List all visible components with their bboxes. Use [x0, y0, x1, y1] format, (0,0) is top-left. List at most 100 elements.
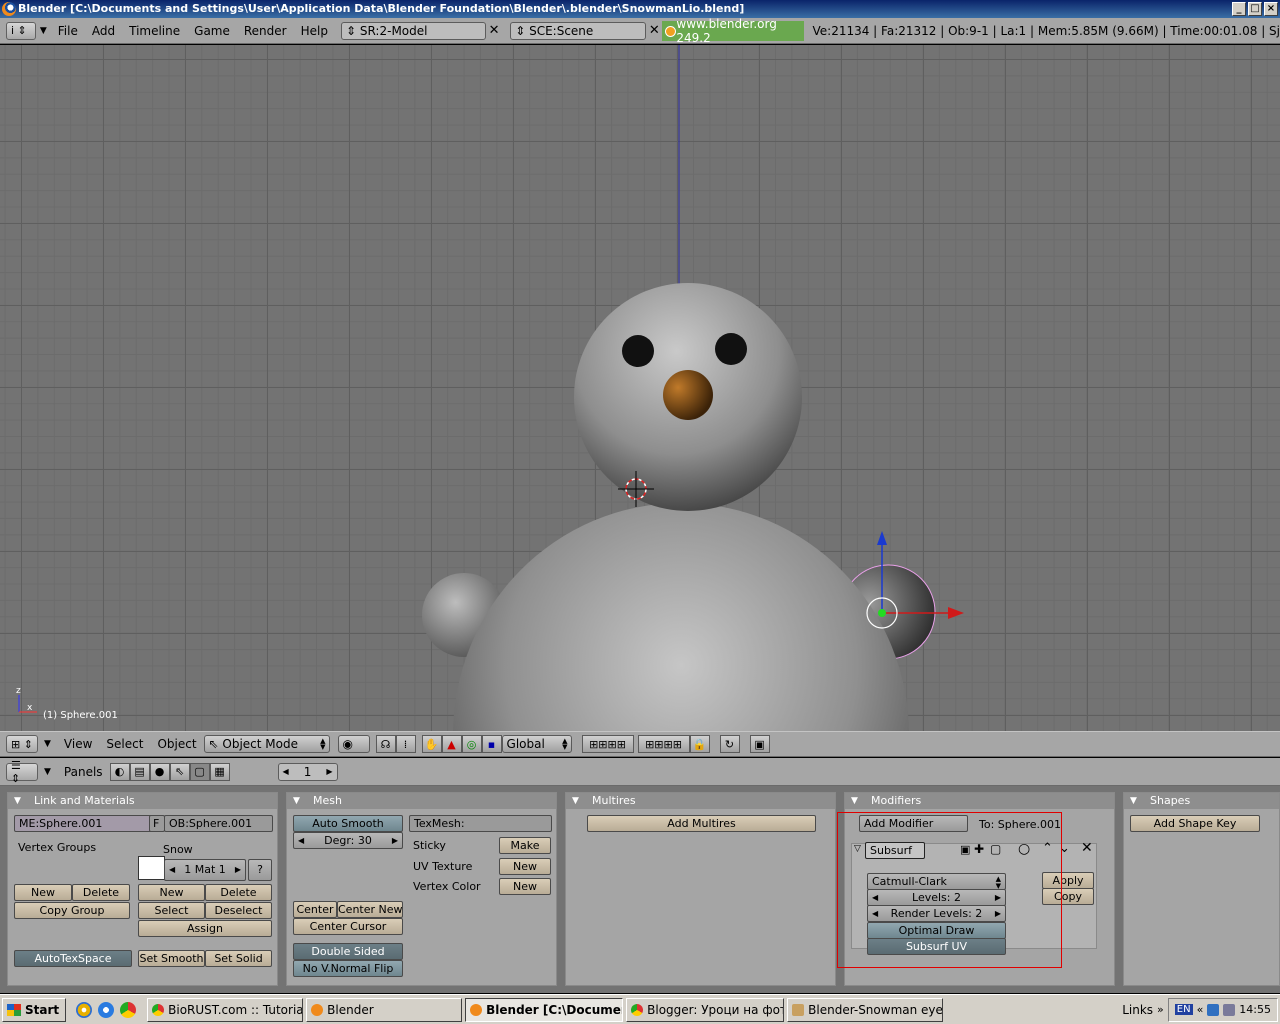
lock-icon[interactable]: 🔒	[690, 735, 710, 753]
shading-context-icon[interactable]: ●	[150, 763, 170, 781]
mesh-name-field[interactable]: ME:Sphere.001	[14, 815, 152, 832]
layer-buttons-2[interactable]: ⊞⊞⊞⊞	[638, 735, 690, 753]
render-view-icon[interactable]: ▣	[750, 735, 770, 753]
autotexspace-toggle[interactable]: AutoTexSpace	[14, 950, 132, 967]
tray-expand-icon[interactable]: «	[1197, 1003, 1204, 1016]
task-blender[interactable]: Blender	[306, 998, 462, 1022]
menu-game[interactable]: Game	[187, 24, 237, 38]
vertex-group-delete-button[interactable]: Delete	[72, 884, 130, 901]
editing-context-icon[interactable]: ▢	[190, 763, 210, 781]
buttons-editor-type-icon[interactable]: ☰ ⇕	[6, 763, 38, 781]
menu-view[interactable]: View	[57, 737, 99, 751]
double-sided-toggle[interactable]: Double Sided	[293, 943, 403, 960]
scale-icon[interactable]: ▪	[482, 735, 502, 753]
fake-user-button[interactable]: F	[149, 815, 165, 832]
translate-icon[interactable]: ▲	[442, 735, 462, 753]
object-context-icon[interactable]: ⇖	[170, 763, 190, 781]
copy-group-button[interactable]: Copy Group	[14, 902, 130, 919]
material-assign-button[interactable]: Assign	[138, 920, 272, 937]
3d-viewport[interactable]: z x (1) Sphere.001	[0, 45, 1280, 731]
ie-quicklaunch-icon[interactable]	[98, 1002, 114, 1018]
multires-panel-title[interactable]: Multires	[566, 793, 835, 809]
material-new-button[interactable]: New	[138, 884, 205, 901]
maximize-button[interactable]: □	[1248, 2, 1262, 16]
material-select-button[interactable]: Select	[138, 902, 205, 919]
start-button[interactable]: Start	[2, 998, 66, 1022]
center-button[interactable]: Center	[293, 901, 337, 918]
material-color-swatch[interactable]	[138, 856, 165, 880]
set-solid-button[interactable]: Set Solid	[205, 950, 272, 967]
menu-timeline[interactable]: Timeline	[122, 24, 187, 38]
task-blender-active[interactable]: Blender [C:\Documen...	[465, 998, 623, 1022]
draw-type-selector[interactable]: ◉	[338, 735, 370, 753]
shapes-panel-title[interactable]: Shapes	[1124, 793, 1279, 809]
modifiers-panel-title[interactable]: Modifiers	[845, 793, 1114, 809]
vertex-color-new-button[interactable]: New	[499, 878, 551, 895]
menu-add[interactable]: Add	[85, 24, 122, 38]
scene-context-icon[interactable]: ▦	[210, 763, 230, 781]
frame-number-field[interactable]: ◀1▶	[278, 763, 338, 781]
task-blogger[interactable]: Blogger: Уроци на фото...	[626, 998, 784, 1022]
material-deselect-button[interactable]: Deselect	[205, 902, 272, 919]
texmesh-field[interactable]: TexMesh:	[409, 815, 552, 832]
delete-scene-icon[interactable]: ✕	[646, 22, 662, 40]
manipulator-hand-icon[interactable]: ✋	[422, 735, 442, 753]
degr-slider[interactable]: ◀Degr: 30▶	[293, 832, 403, 849]
menu-panels[interactable]: Panels	[57, 765, 110, 779]
add-multires-button[interactable]: Add Multires	[587, 815, 816, 832]
close-window-button[interactable]: ×	[1264, 2, 1278, 16]
screen-selector[interactable]: ⇕ SR:2-Model	[341, 22, 486, 40]
modifier-remove-icon[interactable]: ✕	[1081, 840, 1093, 856]
viewport-collapse-icon[interactable]: ▼	[44, 739, 51, 749]
logic-context-icon[interactable]: ◐	[110, 763, 130, 781]
material-help-button[interactable]: ?	[248, 859, 272, 881]
delete-screen-icon[interactable]: ✕	[486, 22, 502, 40]
center-new-button[interactable]: Center New	[337, 901, 403, 918]
vertex-group-new-button[interactable]: New	[14, 884, 72, 901]
menu-help[interactable]: Help	[294, 24, 335, 38]
sticky-make-button[interactable]: Make	[499, 837, 551, 854]
no-vnormal-flip-toggle[interactable]: No V.Normal Flip	[293, 960, 403, 977]
pivot-icon[interactable]: ☊	[376, 735, 396, 753]
links-toolbar[interactable]: Links	[1122, 1003, 1153, 1017]
blender-app-icon	[2, 2, 16, 16]
set-smooth-button[interactable]: Set Smooth	[138, 950, 205, 967]
pivot-object-icon[interactable]: ⁞	[396, 735, 416, 753]
menu-file[interactable]: File	[51, 24, 85, 38]
collapse-menu-icon[interactable]: ▼	[40, 26, 47, 36]
link-materials-title[interactable]: Link and Materials	[8, 793, 277, 809]
mode-selector[interactable]: ⇖ Object Mode▲▼	[204, 735, 330, 753]
rotate-icon[interactable]: ◎	[462, 735, 482, 753]
menu-render[interactable]: Render	[237, 24, 294, 38]
layer-buttons-1[interactable]: ⊞⊞⊞⊞	[582, 735, 634, 753]
links-chevron-icon[interactable]: »	[1157, 1003, 1164, 1016]
editor-type-icon[interactable]: i ⇕	[6, 22, 36, 40]
material-delete-button[interactable]: Delete	[205, 884, 272, 901]
material-index-field[interactable]: ◀1 Mat 1▶	[164, 859, 246, 881]
task-label: BioRUST.com :: Tutorials...	[168, 1003, 303, 1017]
script-context-icon[interactable]: ▤	[130, 763, 150, 781]
language-indicator[interactable]: EN	[1175, 1004, 1193, 1015]
volume-icon[interactable]	[1223, 1004, 1235, 1016]
orientation-selector[interactable]: Global▲▼	[502, 735, 572, 753]
add-shape-key-button[interactable]: Add Shape Key	[1130, 815, 1260, 832]
chrome-quicklaunch-icon[interactable]	[120, 1002, 136, 1018]
mesh-panel-title[interactable]: Mesh	[287, 793, 556, 809]
object-name-field[interactable]: OB:Sphere.001	[164, 815, 273, 832]
buttons-window: Link and Materials ME:Sphere.001 F OB:Sp…	[0, 786, 1280, 993]
ogl-render-icon[interactable]: ↻	[720, 735, 740, 753]
buttons-collapse-icon[interactable]: ▼	[44, 767, 51, 777]
uv-texture-new-button[interactable]: New	[499, 858, 551, 875]
menu-object[interactable]: Object	[150, 737, 203, 751]
center-cursor-button[interactable]: Center Cursor	[293, 918, 403, 935]
task-snowman-image[interactable]: Blender-Snowman eye 2....	[787, 998, 943, 1022]
task-biorust[interactable]: BioRUST.com :: Tutorials...	[147, 998, 303, 1022]
scene-selector[interactable]: ⇕ SCE:Scene	[510, 22, 646, 40]
menu-select[interactable]: Select	[99, 737, 150, 751]
auto-smooth-toggle[interactable]: Auto Smooth	[293, 815, 403, 832]
firefox-quicklaunch-icon[interactable]	[76, 1002, 92, 1018]
viewport-editor-type-icon[interactable]: ⊞ ⇕	[6, 735, 38, 753]
windows-flag-icon	[7, 1004, 21, 1016]
network-icon[interactable]	[1207, 1004, 1219, 1016]
minimize-button[interactable]: _	[1232, 2, 1246, 16]
